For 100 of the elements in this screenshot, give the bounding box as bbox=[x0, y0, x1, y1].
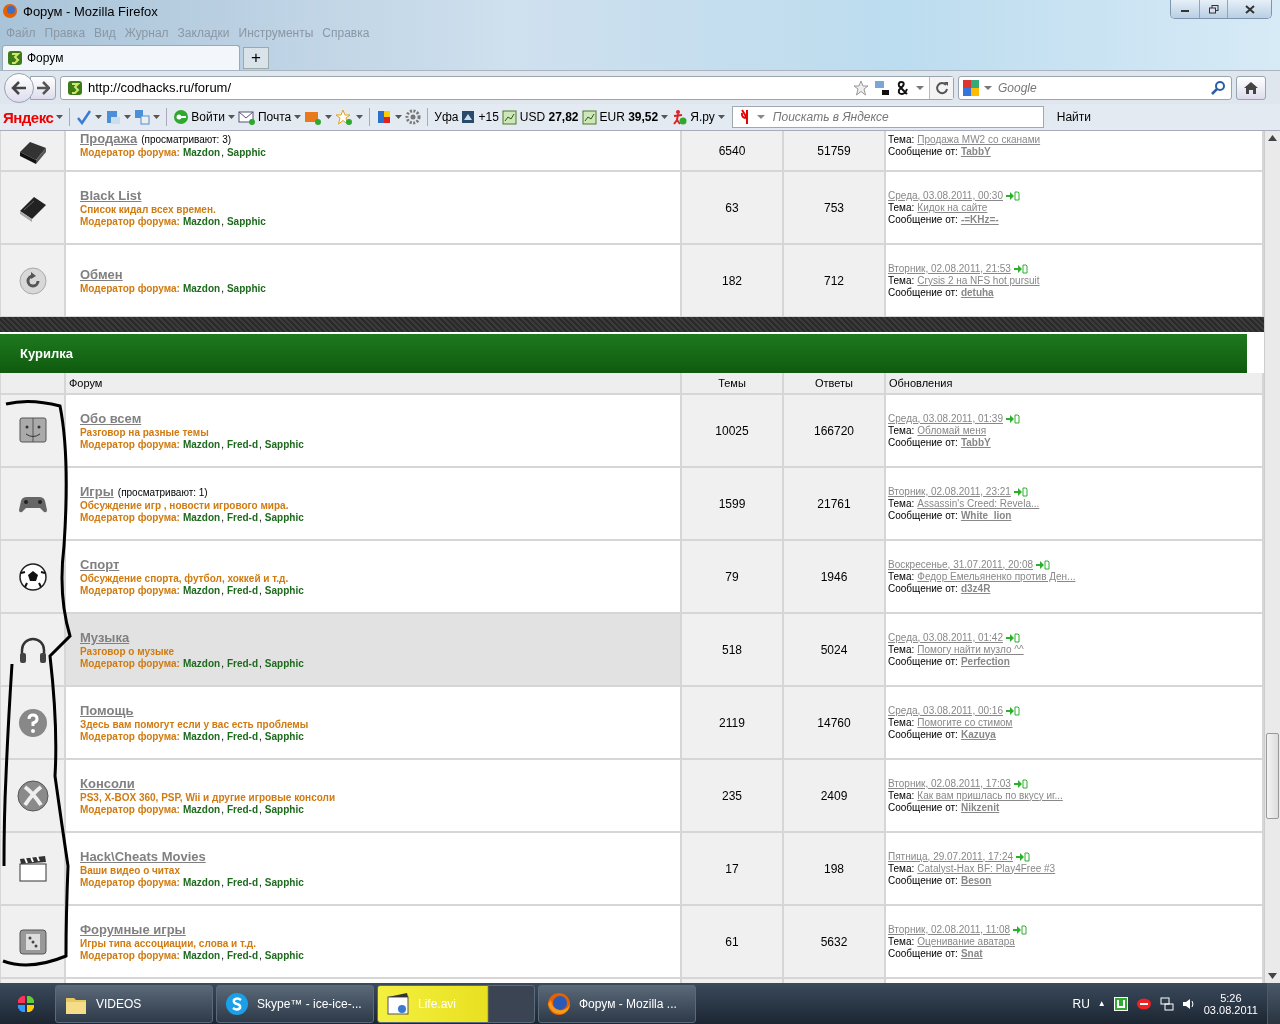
moderator-link[interactable]: Sapphic bbox=[264, 585, 305, 596]
moderator-link[interactable]: Mazdon bbox=[182, 283, 222, 294]
moderator-link[interactable]: Fred-d bbox=[226, 585, 260, 596]
author-link[interactable]: Perfection bbox=[960, 655, 1010, 668]
forum-title-link[interactable]: Продажа bbox=[80, 131, 138, 146]
address-field[interactable]: http://codhacks.ru/forum/ bbox=[60, 75, 954, 100]
last-post-date-link[interactable]: Среда, 03.08.2011, 01:42 bbox=[888, 631, 1003, 644]
yandex-search-box[interactable]: Поискать в Яндексе bbox=[731, 106, 1044, 128]
scrollbar[interactable] bbox=[1264, 131, 1280, 983]
moderator-link[interactable]: Sapphic bbox=[226, 147, 267, 158]
moderator-link[interactable]: Fred-d bbox=[226, 439, 260, 450]
show-hidden-icons-button[interactable]: ▲ bbox=[1097, 999, 1106, 1008]
moderator-link[interactable]: Sapphic bbox=[264, 731, 305, 742]
eur-rate[interactable]: EUR 39,52 bbox=[599, 110, 659, 124]
moderator-link[interactable]: Fred-d bbox=[226, 658, 260, 669]
forward-button[interactable] bbox=[30, 75, 56, 100]
last-post-date-link[interactable]: Пятница, 29.07.2011, 17:24 bbox=[888, 850, 1014, 863]
scroll-thumb[interactable] bbox=[1266, 733, 1279, 819]
moderator-link[interactable]: Sapphic bbox=[264, 512, 305, 523]
restore-button[interactable] bbox=[1199, 0, 1227, 18]
mail-button[interactable]: Почта bbox=[237, 109, 292, 125]
moderator-link[interactable]: Mazdon bbox=[182, 731, 222, 742]
author-link[interactable]: -=KHz=- bbox=[960, 213, 999, 226]
author-link[interactable]: detuha bbox=[960, 286, 994, 299]
last-post-date-link[interactable]: Воскресенье, 31.07.2011, 20:08 bbox=[888, 558, 1034, 571]
last-post-date-link[interactable]: Вторник, 02.08.2011, 23:21 bbox=[888, 485, 1011, 498]
moderator-link[interactable]: Sapphic bbox=[264, 877, 305, 888]
topic-link[interactable]: Помогите со стимом bbox=[917, 716, 1013, 729]
topic-link[interactable]: Кидок на сайте bbox=[917, 201, 988, 214]
moderator-link[interactable]: Fred-d bbox=[226, 512, 260, 523]
city-label[interactable]: Уфа bbox=[434, 110, 459, 124]
search-box[interactable]: Google bbox=[958, 75, 1232, 100]
last-post-date-link[interactable]: Вторник, 02.08.2011, 21:53 bbox=[888, 262, 1011, 275]
close-button[interactable] bbox=[1227, 0, 1271, 18]
forum-title-link[interactable]: Помощь bbox=[80, 703, 134, 718]
last-post-date-link[interactable]: Среда, 03.08.2011, 00:16 bbox=[888, 704, 1003, 717]
moderator-link[interactable]: Sapphic bbox=[226, 283, 267, 294]
forum-title-link[interactable]: Музыка bbox=[80, 630, 130, 645]
moderator-link[interactable]: Mazdon bbox=[182, 216, 222, 227]
topic-link[interactable]: Помогу найти музло ^^ bbox=[917, 643, 1024, 656]
browser-tab[interactable]: Форум bbox=[2, 45, 240, 70]
topic-link[interactable]: Обломай меня bbox=[917, 424, 987, 437]
topic-link[interactable]: Как вам пришлась по вкусу иг... bbox=[917, 789, 1063, 802]
author-link[interactable]: Snat bbox=[960, 947, 983, 960]
author-link[interactable]: Beson bbox=[960, 874, 992, 887]
moderator-link[interactable]: Mazdon bbox=[182, 877, 222, 888]
home-button[interactable] bbox=[1236, 75, 1266, 100]
new-tab-button[interactable]: + bbox=[243, 47, 269, 69]
moderator-link[interactable]: Mazdon bbox=[182, 658, 222, 669]
moderator-link[interactable]: Sapphic bbox=[264, 439, 305, 450]
last-post-date-link[interactable]: Среда, 03.08.2011, 00:30 bbox=[888, 189, 1003, 202]
moderator-link[interactable]: Sapphic bbox=[264, 658, 305, 669]
author-link[interactable]: Kazuya bbox=[960, 728, 996, 741]
author-link[interactable]: TabbY bbox=[960, 436, 991, 449]
moderator-link[interactable]: Mazdon bbox=[182, 950, 222, 961]
forum-title-link[interactable]: Обо всем bbox=[80, 411, 142, 426]
topic-link[interactable]: Оценивание аватара bbox=[917, 935, 1015, 948]
moderator-link[interactable]: Mazdon bbox=[182, 147, 222, 158]
temperature-label[interactable]: +15 bbox=[478, 110, 499, 124]
forum-title-link[interactable]: Игры bbox=[80, 484, 114, 499]
last-post-date-link[interactable]: Вторник, 02.08.2011, 17:03 bbox=[888, 777, 1011, 790]
yandex-logo[interactable]: Яндекс bbox=[3, 108, 54, 126]
moderator-link[interactable]: Sapphic bbox=[264, 804, 305, 815]
forum-title-link[interactable]: Консоли bbox=[80, 776, 135, 791]
moderator-link[interactable]: Mazdon bbox=[182, 439, 222, 450]
author-link[interactable]: Nikzenit bbox=[960, 801, 1000, 814]
moderator-link[interactable]: Fred-d bbox=[226, 731, 260, 742]
menu-item[interactable]: Справка bbox=[322, 25, 370, 40]
moderator-link[interactable]: Sapphic bbox=[226, 216, 267, 227]
back-button[interactable] bbox=[4, 72, 34, 103]
taskbar-button[interactable]: Форум - Mozilla ... bbox=[538, 984, 696, 1023]
last-post-date-link[interactable]: Среда, 03.08.2011, 01:39 bbox=[888, 412, 1003, 425]
topic-link[interactable]: Catalyst-Hax BF: Play4Free #3 bbox=[917, 862, 1056, 875]
forum-title-link[interactable]: Black List bbox=[80, 188, 142, 203]
moderator-link[interactable]: Sapphic bbox=[264, 950, 305, 961]
find-button[interactable]: Найти bbox=[1050, 110, 1097, 124]
topic-link[interactable]: Crysis 2 на NFS hot pursuit bbox=[917, 274, 1040, 287]
yaru-link[interactable]: Я.ру bbox=[690, 110, 715, 124]
forum-title-link[interactable]: Форумные игры bbox=[80, 922, 186, 937]
author-link[interactable]: d3z4R bbox=[960, 582, 991, 595]
moderator-link[interactable]: Fred-d bbox=[226, 804, 260, 815]
moderator-link[interactable]: Mazdon bbox=[182, 804, 222, 815]
moderator-link[interactable]: Fred-d bbox=[226, 950, 260, 961]
last-post-date-link[interactable]: Вторник, 02.08.2011, 11:08 bbox=[888, 923, 1011, 936]
taskbar-button[interactable]: Skype™ - ice-ice-... bbox=[216, 984, 374, 1023]
clock[interactable]: 5:26 03.08.2011 bbox=[1203, 991, 1258, 1016]
reload-button[interactable] bbox=[929, 76, 953, 99]
forum-title-link[interactable]: Обмен bbox=[80, 267, 123, 282]
login-button[interactable]: Войти bbox=[173, 109, 225, 125]
author-link[interactable]: TabbY bbox=[960, 146, 991, 158]
forum-title-link[interactable]: Спорт bbox=[80, 557, 120, 572]
language-indicator[interactable]: RU bbox=[1072, 996, 1090, 1011]
topic-link[interactable]: Продажа MW2 со сканами bbox=[917, 134, 1041, 146]
moderator-link[interactable]: Mazdon bbox=[182, 512, 222, 523]
topic-link[interactable]: Федор Емельяненко против Ден... bbox=[917, 570, 1076, 583]
usd-rate[interactable]: USD 27,82 bbox=[519, 110, 579, 124]
topic-link[interactable]: Assassin's Creed: Revela... bbox=[917, 497, 1040, 510]
minimize-button[interactable] bbox=[1171, 0, 1199, 18]
author-link[interactable]: White_lion bbox=[960, 509, 1012, 522]
moderator-link[interactable]: Mazdon bbox=[182, 585, 222, 596]
